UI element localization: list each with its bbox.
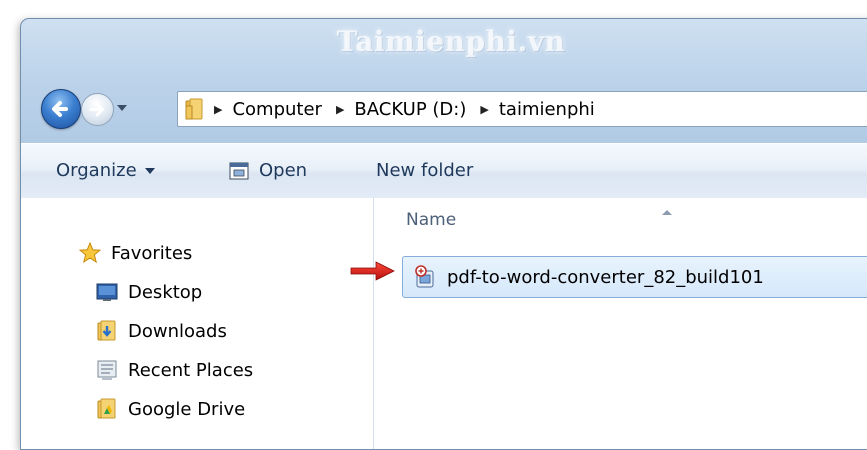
- breadcrumb-separator-icon[interactable]: ▶: [480, 103, 488, 116]
- open-label: Open: [259, 160, 308, 181]
- open-icon: [229, 161, 249, 181]
- open-button[interactable]: Open: [229, 160, 307, 181]
- command-toolbar: Organize Open New folder: [21, 143, 867, 199]
- sidebar-item-label: Desktop: [128, 281, 203, 303]
- back-button[interactable]: [41, 89, 81, 129]
- window-title: Taimienphi.vn: [336, 25, 566, 58]
- sort-ascending-icon: [662, 210, 672, 215]
- desktop-icon: [96, 281, 118, 303]
- breadcrumb-separator-icon[interactable]: ▶: [336, 103, 344, 116]
- column-header-label: Name: [406, 210, 457, 230]
- new-folder-button[interactable]: New folder: [376, 160, 473, 181]
- breadcrumb-folder[interactable]: taimienphi: [499, 99, 595, 120]
- sidebar-item-label: Favorites: [111, 242, 193, 264]
- explorer-window: Taimienphi.vn ▶ Computer ▶ BACKUP (D:) ▶…: [20, 18, 867, 450]
- breadcrumb-separator-icon[interactable]: ▶: [214, 103, 222, 116]
- recent-locations-dropdown[interactable]: [117, 105, 127, 111]
- sidebar-item-recent-places[interactable]: Recent Places: [96, 359, 253, 381]
- sidebar-item-favorites[interactable]: Favorites: [78, 241, 193, 264]
- new-folder-label: New folder: [376, 160, 474, 181]
- file-list-pane[interactable]: Name pdf-to-word-converter_82_build101: [374, 198, 867, 449]
- breadcrumb-drive[interactable]: BACKUP (D:): [354, 99, 466, 120]
- installer-icon: [413, 265, 437, 289]
- forward-arrow-icon: [89, 102, 104, 117]
- red-pointer-arrow-icon: [350, 261, 395, 281]
- recent-places-icon: [96, 359, 118, 381]
- forward-button[interactable]: [81, 93, 114, 126]
- star-icon: [78, 241, 102, 264]
- sidebar-item-label: Google Drive: [128, 398, 246, 420]
- sidebar-item-label: Downloads: [128, 320, 227, 342]
- organize-label: Organize: [56, 160, 137, 181]
- sidebar-item-google-drive[interactable]: Google Drive: [96, 398, 245, 420]
- google-drive-folder-icon: [96, 398, 118, 420]
- breadcrumb-computer[interactable]: Computer: [232, 99, 321, 120]
- file-name: pdf-to-word-converter_82_build101: [447, 266, 764, 288]
- column-header-name[interactable]: Name: [406, 210, 672, 230]
- navigation-bar: ▶ Computer ▶ BACKUP (D:) ▶ taimienphi: [21, 81, 867, 133]
- chevron-down-icon: [144, 167, 155, 174]
- folder-icon: [184, 97, 206, 121]
- file-item-selected[interactable]: pdf-to-word-converter_82_build101: [402, 256, 867, 298]
- back-arrow-icon: [52, 101, 68, 117]
- organize-button[interactable]: Organize: [56, 160, 155, 181]
- sidebar-item-label: Recent Places: [128, 359, 254, 381]
- address-bar[interactable]: ▶ Computer ▶ BACKUP (D:) ▶ taimienphi: [177, 91, 867, 127]
- navigation-pane[interactable]: Favorites Desktop Downloads Recent Place…: [21, 198, 374, 449]
- downloads-folder-icon: [96, 320, 118, 342]
- content-area: Favorites Desktop Downloads Recent Place…: [21, 198, 867, 449]
- sidebar-item-downloads[interactable]: Downloads: [96, 320, 227, 342]
- sidebar-item-desktop[interactable]: Desktop: [96, 281, 202, 303]
